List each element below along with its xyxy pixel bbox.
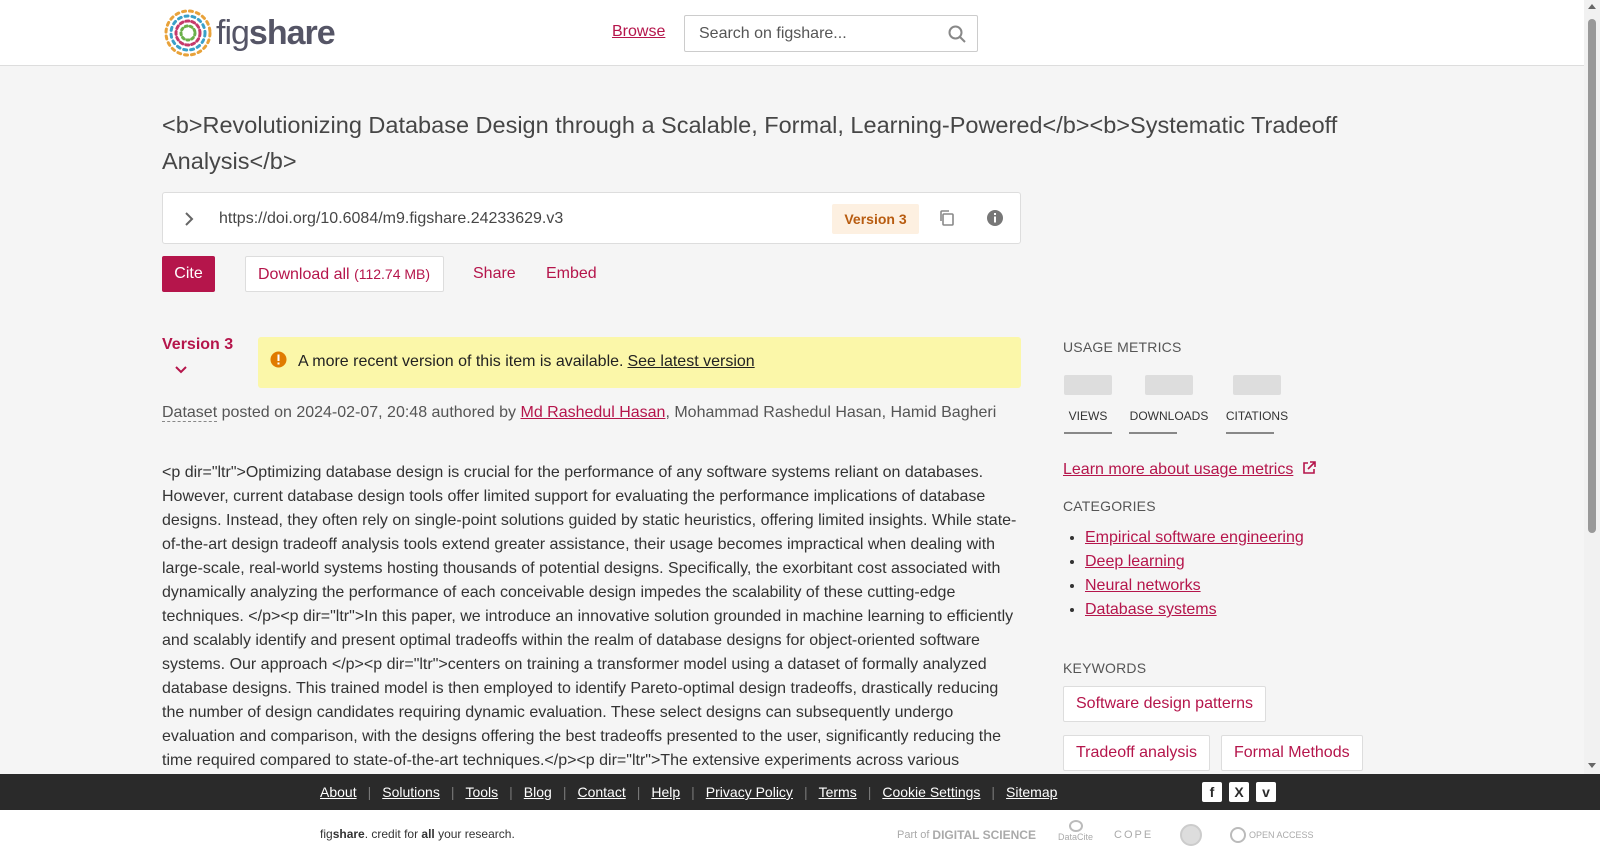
author-link[interactable]: Md Rashedul Hasan <box>520 404 665 421</box>
search-icon[interactable] <box>947 24 967 44</box>
footer-link-help[interactable]: Help <box>651 784 680 800</box>
facebook-icon[interactable]: f <box>1202 782 1222 802</box>
download-label: Download all <box>258 266 350 283</box>
footer-link-about[interactable]: About <box>320 784 357 800</box>
x-twitter-icon[interactable]: X <box>1229 782 1249 802</box>
footer-links: About | Solutions | Tools | Blog | Contact | … <box>320 784 1058 800</box>
footer-link-terms[interactable]: Terms <box>819 784 857 800</box>
metric-downloads[interactable]: DOWNLOADS <box>1129 375 1209 434</box>
embed-button[interactable]: Embed <box>546 265 597 283</box>
cite-button[interactable]: Cite <box>162 256 215 292</box>
item-title: <b>Revolutionizing Database Design throu… <box>162 112 1338 174</box>
scroll-thumb[interactable] <box>1588 19 1596 533</box>
download-all-button[interactable]: Download all (112.74 MB) <box>245 256 444 292</box>
site-header: figshare Browse <box>0 0 1584 66</box>
search-box <box>684 15 978 52</box>
version-select[interactable]: Version 3 <box>162 336 233 354</box>
category-item[interactable]: Database systems <box>1085 598 1304 622</box>
figshare-logo-icon <box>164 9 212 57</box>
metric-views[interactable]: VIEWS <box>1063 375 1113 434</box>
vimeo-icon[interactable]: v <box>1256 782 1276 802</box>
open-access-icon <box>1230 827 1246 843</box>
keyword-tag[interactable]: Tradeoff analysis <box>1063 735 1210 771</box>
metric-underline <box>1064 432 1112 434</box>
learn-more-usage-link[interactable]: Learn more about usage metrics <box>1063 460 1317 479</box>
copy-icon[interactable] <box>937 208 957 228</box>
metric-label: DOWNLOADS <box>1129 409 1209 423</box>
notice-text: A more recent version of this item is av… <box>298 353 755 370</box>
chevron-right-icon[interactable] <box>179 209 199 229</box>
scroll-up-arrow[interactable] <box>1588 4 1596 9</box>
search-input[interactable] <box>685 16 925 51</box>
footer-tagline: figshare. credit for all your research. <box>320 827 515 841</box>
keyword-tag[interactable]: Software design patterns <box>1063 686 1266 722</box>
info-icon[interactable] <box>985 208 1005 228</box>
cope-logo[interactable]: COPE <box>1114 824 1153 846</box>
keyword-tag[interactable]: Formal Methods <box>1221 735 1363 771</box>
datacite-icon <box>1068 820 1083 832</box>
footer-link-tools[interactable]: Tools <box>465 784 498 800</box>
category-item[interactable]: Empirical software engineering <box>1085 526 1304 550</box>
metric-placeholder <box>1064 375 1112 395</box>
category-item[interactable]: Neural networks <box>1085 574 1304 598</box>
footer-link-cookies[interactable]: Cookie Settings <box>882 784 980 800</box>
digital-science-logo[interactable]: Part of DIGITAL SCIENCE <box>897 824 1036 846</box>
doi-url[interactable]: https://doi.org/10.6084/m9.figshare.2423… <box>219 210 563 228</box>
globe-logo-icon[interactable] <box>1180 824 1202 846</box>
newer-version-notice: A more recent version of this item is av… <box>258 337 1021 388</box>
footer-link-blog[interactable]: Blog <box>524 784 552 800</box>
footer-link-solutions[interactable]: Solutions <box>382 784 440 800</box>
item-meta: Dataset posted on 2024-02-07, 20:48 auth… <box>162 404 997 422</box>
metric-placeholder <box>1145 375 1193 395</box>
metric-underline <box>1129 432 1177 434</box>
download-size: (112.74 MB) <box>354 266 431 282</box>
chevron-down-icon[interactable] <box>173 364 189 376</box>
figshare-logo[interactable]: figshare <box>162 7 336 59</box>
open-access-logo[interactable]: OPEN ACCESS <box>1230 824 1314 846</box>
keywords-heading: KEYWORDS <box>1063 660 1147 676</box>
page-scrollbar[interactable] <box>1584 0 1600 774</box>
metric-underline <box>1226 432 1274 434</box>
categories-heading: CATEGORIES <box>1063 498 1156 514</box>
usage-metrics-heading: USAGE METRICS <box>1063 339 1182 355</box>
item-description: <p dir="ltr">Optimizing database design … <box>162 464 1017 769</box>
logo-wordmark: figshare <box>216 13 336 52</box>
datacite-logo[interactable]: DataCite <box>1058 820 1093 842</box>
external-link-icon <box>1303 461 1317 474</box>
item-type: Dataset <box>162 404 218 422</box>
footer-bottom: figshare. credit for all your research. … <box>0 810 1600 857</box>
metric-label: VIEWS <box>1068 409 1108 423</box>
footer-link-contact[interactable]: Contact <box>577 784 625 800</box>
category-item[interactable]: Deep learning <box>1085 550 1304 574</box>
scroll-down-arrow[interactable] <box>1588 763 1596 768</box>
metric-placeholder <box>1233 375 1281 395</box>
metric-label: CITATIONS <box>1225 409 1289 423</box>
footer-link-sitemap[interactable]: Sitemap <box>1006 784 1057 800</box>
share-button[interactable]: Share <box>473 265 516 283</box>
footer-nav: About | Solutions | Tools | Blog | Contact | … <box>0 774 1600 810</box>
categories-list: Empirical software engineering Deep lear… <box>1063 526 1304 622</box>
version-badge: Version 3 <box>832 204 919 234</box>
warning-icon <box>270 351 287 368</box>
footer-link-privacy[interactable]: Privacy Policy <box>706 784 793 800</box>
metric-citations[interactable]: CITATIONS <box>1224 375 1290 434</box>
browse-link[interactable]: Browse <box>612 23 665 41</box>
doi-bar: https://doi.org/10.6084/m9.figshare.2423… <box>162 192 1021 244</box>
see-latest-version-link[interactable]: See latest version <box>627 353 754 370</box>
